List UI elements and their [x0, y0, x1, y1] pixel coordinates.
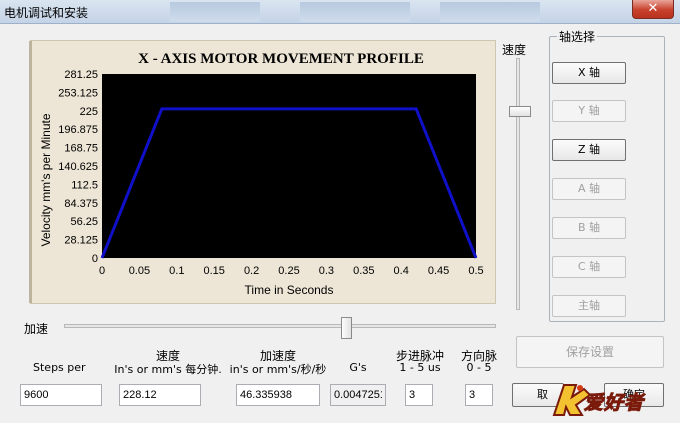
- y-tick-label: 168.75: [64, 143, 98, 155]
- x-tick-label: 0.45: [428, 265, 449, 277]
- chart-panel: X - AXIS MOTOR MOVEMENT PROFILE Velocity…: [29, 40, 496, 304]
- axis-button[interactable]: Z 轴: [552, 139, 626, 161]
- chart-title: X - AXIS MOTOR MOVEMENT PROFILE: [138, 51, 424, 67]
- acceleration-unit-label: in's or mm's/秒/秒: [229, 363, 327, 376]
- x-tick-label: 0.4: [394, 265, 409, 277]
- x-tick-label: 0.2: [244, 265, 259, 277]
- save-settings-button[interactable]: 保存设置: [516, 336, 664, 368]
- step-pulse-range-label: 1 - 5 us: [399, 361, 441, 374]
- axis-button[interactable]: X 轴: [552, 62, 626, 84]
- acceleration-input[interactable]: [236, 384, 320, 406]
- y-axis-label: Velocity mm's per Minute: [39, 113, 53, 246]
- x-tick-label: 0: [99, 265, 105, 277]
- accel-slider-label: 加速: [24, 322, 49, 336]
- window-title: 电机调试和安装: [4, 6, 89, 20]
- y-tick-label: 253.125: [58, 87, 98, 99]
- step-pulse-input[interactable]: [405, 384, 433, 406]
- y-tick-label: 140.625: [58, 161, 98, 173]
- velocity-input[interactable]: [119, 384, 201, 406]
- accel-slider-thumb[interactable]: [341, 317, 352, 339]
- axis-button[interactable]: A 轴: [552, 178, 626, 200]
- accel-slider-track[interactable]: [64, 324, 496, 328]
- y-tick-label: 28.125: [64, 235, 98, 247]
- titlebar-background-blur: [300, 2, 410, 22]
- y-tick-label: 84.375: [64, 198, 98, 210]
- speed-slider-label: 速度: [502, 43, 527, 57]
- x-tick-labels: 0 0.05 0.1 0.15 0.2 0.25 0.3 0.35 0.4 0.45 0.5: [99, 265, 484, 277]
- y-tick-label: 225: [80, 106, 98, 118]
- titlebar-background-blur: [170, 2, 260, 22]
- x-tick-label: 0.25: [278, 265, 299, 277]
- steps-per-label: Steps per: [33, 361, 86, 374]
- y-tick-label: 112.5: [71, 179, 98, 191]
- close-button[interactable]: ✕: [632, 0, 674, 19]
- title-bar: 电机调试和安装 ✕: [0, 0, 680, 24]
- axis-button[interactable]: B 轴: [552, 217, 626, 239]
- x-axis-label: Time in Seconds: [245, 283, 334, 297]
- axis-button[interactable]: 主轴: [552, 295, 626, 317]
- gs-readout: [330, 384, 386, 406]
- axis-select-label: 轴选择: [557, 28, 598, 45]
- x-tick-label: 0.35: [353, 265, 374, 277]
- y-tick-label: 281.25: [64, 69, 98, 81]
- x-tick-label: 0.05: [129, 265, 150, 277]
- plot-area: [102, 74, 476, 258]
- steps-per-input[interactable]: [20, 384, 102, 406]
- watermark-text: 爱好者: [583, 392, 645, 415]
- x-tick-label: 0.3: [319, 265, 334, 277]
- y-tick-labels: 0 28.125 56.25 84.375 112.5 140.625 168.75 196.…: [58, 69, 98, 265]
- y-tick-label: 56.25: [70, 216, 98, 228]
- gs-label: G's: [349, 361, 367, 374]
- axis-button[interactable]: C 轴: [552, 256, 626, 278]
- axis-button[interactable]: Y 轴: [552, 100, 626, 122]
- y-tick-label: 0: [92, 253, 98, 265]
- speed-slider-thumb[interactable]: [509, 106, 531, 117]
- y-tick-label: 196.875: [58, 124, 98, 136]
- velocity-unit-label: In's or mm's 每分钟.: [114, 363, 222, 376]
- x-tick-label: 0.1: [169, 265, 184, 277]
- speed-slider-track[interactable]: [516, 58, 520, 310]
- x-tick-label: 0.15: [203, 265, 224, 277]
- x-tick-label: 0.5: [468, 265, 483, 277]
- velocity-profile-chart: X - AXIS MOTOR MOVEMENT PROFILE Velocity…: [39, 51, 484, 297]
- dir-pulse-input[interactable]: [465, 384, 493, 406]
- dir-pulse-range-label: 0 - 5: [466, 361, 492, 374]
- titlebar-background-blur: [440, 2, 540, 22]
